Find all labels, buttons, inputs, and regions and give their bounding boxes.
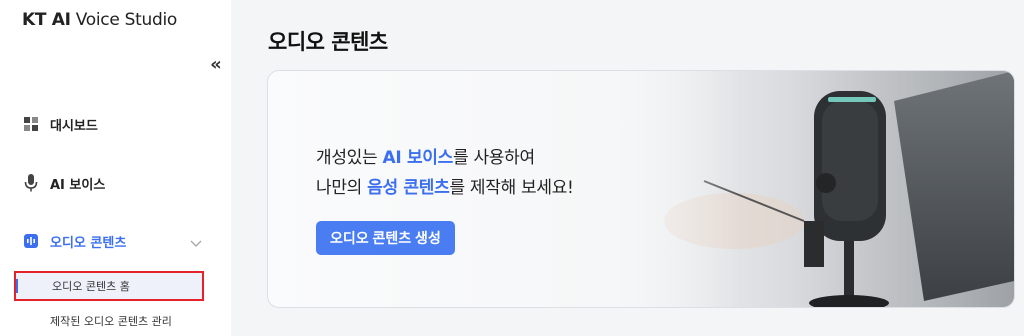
sidebar-item-label: 오디오 콘텐츠 (50, 235, 127, 251)
collapse-sidebar-button[interactable]: « (206, 53, 226, 75)
sidebar-subitem-label: 오디오 콘텐츠 홈 (52, 280, 130, 293)
microphone-illustration (594, 71, 1014, 307)
banner-message: 개성있는 AI 보이스를 사용하여 나만의 음성 콘텐츠를 제작해 보세요! (316, 143, 574, 203)
banner-highlight: 음성 콘텐츠 (367, 178, 450, 198)
chevron-down-icon[interactable] (190, 233, 202, 252)
sidebar-item-dashboard[interactable]: 대시보드 (22, 112, 98, 136)
banner-text: 개성있는 (316, 148, 383, 168)
sidebar-item-ai-voice[interactable]: AI 보이스 (22, 171, 105, 195)
microphone-icon (22, 174, 40, 192)
page-title: 오디오 콘텐츠 (268, 30, 388, 54)
banner-text: 를 사용하여 (453, 148, 535, 168)
sidebar: KT AI Voice Studio « 대시보드 AI 보이스 오디오 콘텐츠… (0, 0, 231, 336)
banner-line-2: 나만의 음성 콘텐츠를 제작해 보세요! (316, 173, 574, 203)
create-audio-content-button[interactable]: 오디오 콘텐츠 생성 (316, 221, 455, 255)
sidebar-subitem-label: 제작된 오디오 콘텐츠 관리 (50, 315, 172, 328)
logo-brand: KT AI (22, 10, 71, 30)
app-window: KT AI Voice Studio « 대시보드 AI 보이스 오디오 콘텐츠… (0, 0, 1024, 336)
banner-text: 를 제작해 보세요! (449, 178, 574, 198)
audio-content-icon (22, 232, 40, 250)
sidebar-subitem-audio-content-home[interactable]: 오디오 콘텐츠 홈 (14, 271, 204, 301)
banner-text: 나만의 (316, 178, 368, 198)
promo-banner: 개성있는 AI 보이스를 사용하여 나만의 음성 콘텐츠를 제작해 보세요! 오… (267, 70, 1015, 308)
sidebar-item-label: AI 보이스 (50, 177, 106, 193)
app-logo[interactable]: KT AI Voice Studio (22, 10, 177, 30)
sidebar-subitem-manage-audio-content[interactable]: 제작된 오디오 콘텐츠 관리 (14, 306, 204, 336)
sidebar-item-audio-content[interactable]: 오디오 콘텐츠 (22, 229, 202, 253)
dashboard-grid-icon (22, 115, 40, 133)
banner-line-1: 개성있는 AI 보이스를 사용하여 (316, 143, 574, 173)
logo-product: Voice Studio (70, 10, 178, 30)
double-chevron-left-icon: « (210, 53, 222, 75)
banner-highlight: AI 보이스 (382, 148, 453, 168)
sidebar-item-label: 대시보드 (50, 118, 98, 134)
